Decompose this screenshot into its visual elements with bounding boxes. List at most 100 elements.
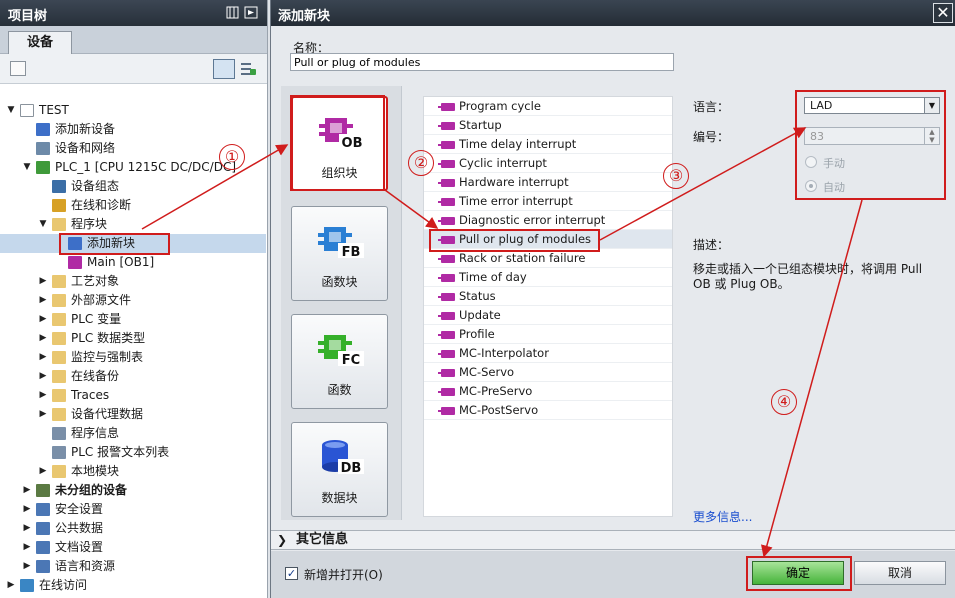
ob-list-item[interactable]: Startup [424,116,672,135]
tree-item-label: 添加新设备 [55,122,116,136]
ob-list-item[interactable]: MC-Interpolator [424,344,672,363]
expand-right-icon[interactable]: ▶ [38,291,48,309]
ob-list-item[interactable]: Program cycle [424,97,672,116]
description-text: 移走或插入一个已组态模块时，将调用 Pull OB 或 Plug OB。 [693,262,923,291]
tree-item[interactable]: ▶ 外部源文件 [0,291,266,310]
ob-list-item-label: MC-PostServo [459,403,539,417]
ok-button[interactable]: 确定 [752,561,844,585]
ob-list-item-label: Profile [459,327,495,341]
tree-overview-icon[interactable] [10,61,26,76]
ob-list-item-label: Diagnostic error interrupt [459,213,606,227]
cancel-button[interactable]: 取消 [854,561,946,585]
ob-list-item[interactable]: Profile [424,325,672,344]
tree-item[interactable]: ▶ PLC 数据类型 [0,329,266,348]
tree-item[interactable]: ▶ PLC 变量 [0,310,266,329]
tree-item[interactable]: 添加新设备 [0,120,266,139]
tree-item[interactable]: Main [OB1] [0,253,266,272]
block-code-label: FC [342,353,360,367]
project-tree-header: 项目树 [0,0,267,26]
tab-devices[interactable]: 设备 [8,31,72,55]
block-type-db-button[interactable]: DB 数据块 [291,422,388,517]
block-type-fc-button[interactable]: FC 函数 [291,314,388,409]
expand-right-icon[interactable]: ▶ [38,310,48,328]
expand-right-icon[interactable]: ▶ [38,405,48,423]
additional-info-section[interactable]: ❯ 其它信息 [271,530,955,550]
tree-item[interactable]: ▶ 在线备份 [0,367,266,386]
tree-item[interactable]: ▶ 未分组的设备 [0,481,266,500]
expand-right-icon[interactable]: ▶ [22,557,32,575]
expand-right-icon[interactable]: ▶ [38,462,48,480]
tree-item[interactable]: ▶ 在线访问 [0,576,266,595]
ob-list-item[interactable]: Hardware interrupt [424,173,672,192]
tree-item[interactable]: ▼ TEST [0,101,266,120]
expand-right-icon[interactable]: ▶ [38,348,48,366]
block-name-input[interactable] [290,53,674,71]
ob-list-item[interactable]: MC-PostServo [424,401,672,420]
tree-item-label: 程序块 [71,217,108,231]
expand-right-icon[interactable]: ▶ [38,386,48,404]
tree-item[interactable]: ▼ 程序块 [0,215,266,234]
tree-item-label: 安全设置 [55,502,104,516]
ob-list-item[interactable]: MC-Servo [424,363,672,382]
tree-item[interactable]: ▶ Traces [0,386,266,405]
ob-list-item[interactable]: MC-PreServo [424,382,672,401]
expand-right-icon[interactable]: ▶ [38,272,48,290]
ob-icon [438,141,455,149]
tree-item[interactable]: ▶ 本地模块 [0,462,266,481]
ob-icon [438,369,455,377]
expand-right-icon[interactable]: ▶ [6,576,16,594]
close-button[interactable]: ✕ [933,3,953,23]
tree-item-label: Traces [71,388,110,402]
ob-list-item[interactable]: Status [424,287,672,306]
ob-list-item[interactable]: Time of day [424,268,672,287]
ob-list-item-label: MC-Servo [459,365,515,379]
tree-item[interactable]: ▶ 安全设置 [0,500,266,519]
security-icon [36,503,50,516]
tree-item[interactable]: ▶ 监控与强制表 [0,348,266,367]
tree-item[interactable]: PLC 报警文本列表 [0,443,266,462]
add-and-open-checkbox[interactable]: ✓ [285,567,298,580]
tree-item[interactable]: ▶ 设备代理数据 [0,405,266,424]
tree-item-label: PLC 变量 [71,312,122,326]
ob-list-item-label: Time error interrupt [459,194,573,208]
language-label: 语言： [693,100,730,114]
online-access-icon [20,579,34,592]
tree-item[interactable]: ▶ 工艺对象 [0,272,266,291]
expand-right-icon[interactable]: ▶ [22,519,32,537]
ob-icon [438,407,455,415]
ob-list-item[interactable]: Diagnostic error interrupt [424,211,672,230]
chevron-right-icon[interactable]: ❯ [277,531,287,549]
ob-icon [438,179,455,187]
expand-right-icon[interactable]: ▶ [22,500,32,518]
ob-list-item[interactable]: Cyclic interrupt [424,154,672,173]
expand-right-icon[interactable]: ▶ [38,367,48,385]
ob-list-item[interactable]: Time error interrupt [424,192,672,211]
common-data-icon [36,522,50,535]
languages-icon [36,560,50,573]
expand-right-icon[interactable]: ▶ [38,329,48,347]
expand-right-icon[interactable]: ▶ [22,481,32,499]
expand-down-icon[interactable]: ▼ [22,158,32,176]
more-info-link[interactable]: 更多信息... [693,508,752,525]
tree-settings-icon[interactable] [239,60,257,78]
ob-icon [438,217,455,225]
tree-item[interactable]: ▶ 语言和资源 [0,557,266,576]
ob-list-item[interactable]: Time delay interrupt [424,135,672,154]
tree-view-icon[interactable] [213,59,235,79]
tree-item-label: 公共数据 [55,521,104,535]
expand-down-icon[interactable]: ▼ [38,215,48,233]
expand-right-icon[interactable]: ▶ [22,538,32,556]
tree-item[interactable]: 程序信息 [0,424,266,443]
tree-item[interactable]: ▶ 公共数据 [0,519,266,538]
expand-down-icon[interactable]: ▼ [6,101,16,119]
ob-icon [438,312,455,320]
block-type-fb-button[interactable]: FB 函数块 [291,206,388,301]
tree-item[interactable]: ▶ 文档设置 [0,538,266,557]
ob-list-item[interactable]: Rack or station failure [424,249,672,268]
panel-layout-icon[interactable] [225,6,259,20]
tree-item[interactable]: 在线和诊断 [0,196,266,215]
project-icon [20,104,34,117]
ob-list-item-label: Pull or plug of modules [459,232,592,246]
ob-list-item[interactable]: Update [424,306,672,325]
tree-item[interactable]: 设备组态 [0,177,266,196]
